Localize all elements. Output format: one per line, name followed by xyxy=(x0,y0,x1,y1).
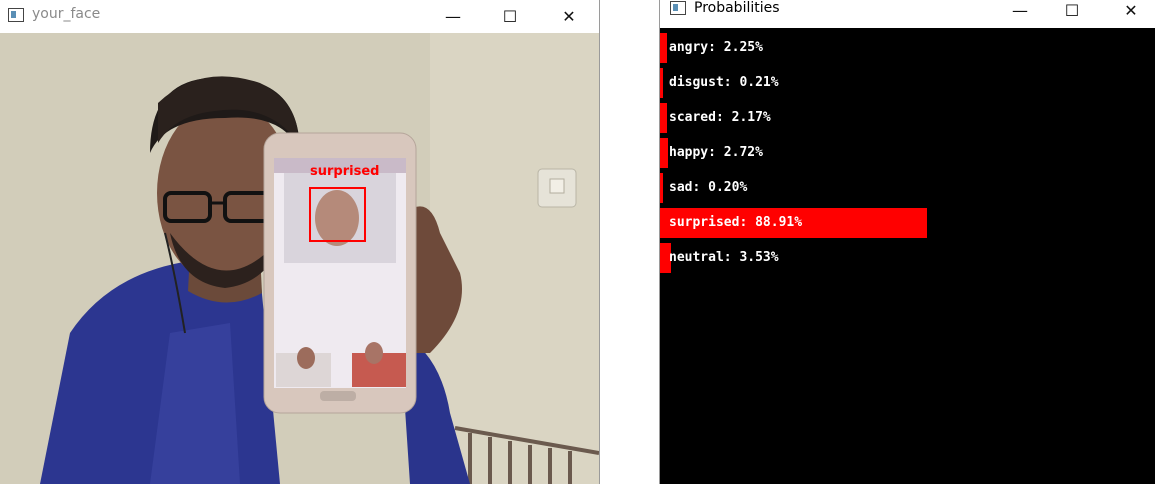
minimize-icon: — xyxy=(1012,0,1028,20)
probabilities-window: Probabilities — ☐ ✕ angry: 2.25% disgust:… xyxy=(659,0,1155,484)
prob-row: angry: 2.25% xyxy=(660,33,1155,63)
prob-label: angry: 2.25% xyxy=(669,40,763,55)
prob-bar xyxy=(660,103,667,133)
prob-bar xyxy=(660,173,663,203)
prob-row: scared: 2.17% xyxy=(660,103,1155,133)
maximize-button[interactable]: ☐ xyxy=(487,0,533,32)
maximize-icon: ☐ xyxy=(502,6,518,26)
camera-feed: surprised xyxy=(0,33,599,484)
detection-label: surprised xyxy=(310,164,380,179)
close-icon: ✕ xyxy=(562,6,576,26)
minimize-button[interactable]: — xyxy=(430,0,476,32)
prob-window-titlebar[interactable]: Probabilities — ☐ ✕ xyxy=(660,0,1155,28)
prob-row: surprised: 88.91% xyxy=(660,208,1155,238)
prob-bar xyxy=(660,138,668,168)
probabilities-canvas: angry: 2.25% disgust: 0.21% scared: 2.17% h… xyxy=(660,28,1155,484)
prob-bar xyxy=(660,68,663,98)
prob-window-title: Probabilities xyxy=(694,0,780,16)
face-window-title: your_face xyxy=(32,6,101,22)
app-window-icon xyxy=(8,8,24,22)
close-icon: ✕ xyxy=(1124,0,1138,20)
camera-frame-image xyxy=(0,33,599,484)
face-window-titlebar[interactable]: your_face — ☐ ✕ xyxy=(0,0,599,32)
prob-label: neutral: 3.53% xyxy=(669,250,779,265)
prob-label: disgust: 0.21% xyxy=(669,75,779,90)
prob-label: happy: 2.72% xyxy=(669,145,763,160)
prob-label: sad: 0.20% xyxy=(669,180,748,195)
close-button[interactable]: ✕ xyxy=(1108,0,1154,26)
prob-row: sad: 0.20% xyxy=(660,173,1155,203)
prob-bar xyxy=(660,33,667,63)
maximize-icon: ☐ xyxy=(1064,0,1080,20)
minimize-button[interactable]: — xyxy=(997,0,1043,26)
prob-row: disgust: 0.21% xyxy=(660,68,1155,98)
prob-row: happy: 2.72% xyxy=(660,138,1155,168)
prob-row: neutral: 3.53% xyxy=(660,243,1155,273)
prob-label: surprised: 88.91% xyxy=(669,215,803,230)
minimize-icon: — xyxy=(445,6,461,26)
prob-label: scared: 2.17% xyxy=(669,110,771,125)
face-window: your_face — ☐ ✕ surprised xyxy=(0,0,600,484)
close-button[interactable]: ✕ xyxy=(546,0,592,32)
app-window-icon xyxy=(670,1,686,15)
maximize-button[interactable]: ☐ xyxy=(1049,0,1095,26)
